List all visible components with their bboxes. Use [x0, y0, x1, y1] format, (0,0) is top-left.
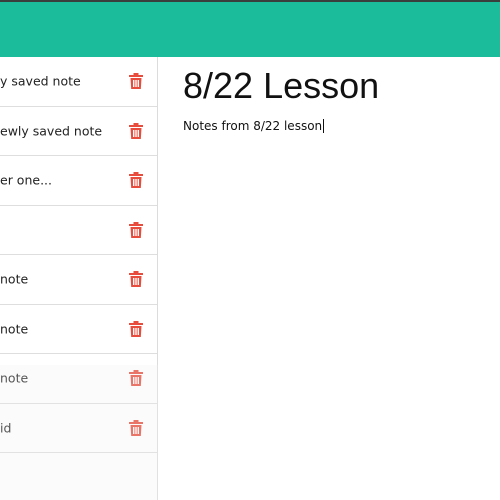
- note-list-item[interactable]: note: [0, 305, 157, 354]
- note-text-area[interactable]: Notes from 8/22 lesson: [183, 119, 325, 133]
- note-list-item-title: y saved note: [0, 73, 81, 89]
- note-list-item[interactable]: note: [0, 354, 157, 404]
- note-list-item[interactable]: id: [0, 404, 157, 453]
- note-list-item-title: ewly saved note: [0, 123, 103, 139]
- note-list-item-title: er one...: [0, 172, 52, 188]
- text-cursor: [323, 119, 325, 133]
- note-editor: 8/22 Lesson Notes from 8/22 lesson: [158, 57, 500, 500]
- note-text: Notes from 8/22 lesson: [183, 119, 323, 133]
- note-list-item[interactable]: [0, 206, 157, 255]
- trash-icon[interactable]: [129, 271, 143, 288]
- note-list-item-title: note: [0, 271, 29, 287]
- trash-icon[interactable]: [129, 172, 143, 189]
- trash-icon[interactable]: [129, 370, 143, 387]
- trash-icon[interactable]: [129, 320, 143, 337]
- note-list-item[interactable]: note: [0, 255, 157, 305]
- note-list-item-title: note: [0, 370, 29, 386]
- trash-icon[interactable]: [129, 122, 143, 139]
- note-list-item[interactable]: ewly saved note: [0, 107, 157, 156]
- trash-icon[interactable]: [129, 73, 143, 90]
- notes-list: y saved note ewly saved note er one... n…: [0, 57, 157, 453]
- trash-icon[interactable]: [129, 419, 143, 436]
- trash-icon[interactable]: [129, 221, 143, 238]
- note-list-item[interactable]: y saved note: [0, 57, 157, 107]
- note-list-item[interactable]: er one...: [0, 156, 157, 206]
- note-list-item-title: note: [0, 321, 29, 337]
- note-list-item-title: id: [0, 420, 12, 436]
- note-title-field[interactable]: 8/22 Lesson: [183, 65, 379, 107]
- app-header: [0, 0, 500, 57]
- notes-sidebar: y saved note ewly saved note er one... n…: [0, 57, 158, 500]
